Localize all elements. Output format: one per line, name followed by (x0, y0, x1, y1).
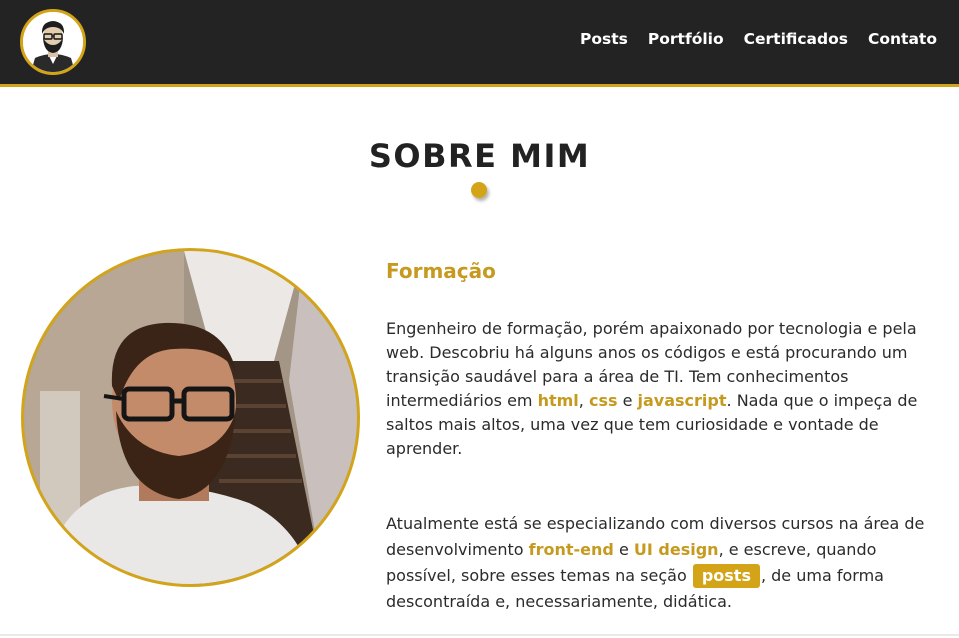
site-header: Posts Portfólio Certificados Contato (0, 0, 959, 87)
nav-link-certificados[interactable]: Certificados (744, 30, 848, 48)
text-segment: e (613, 540, 634, 559)
text-segment: e (617, 391, 638, 410)
about-paragraph-2: Atualmente está se especializando com di… (386, 511, 926, 615)
text-segment: , (578, 391, 589, 410)
title-decoration-dot (471, 182, 487, 198)
page-title: SOBRE MIM (368, 137, 591, 175)
logo-avatar[interactable] (20, 9, 86, 75)
posts-section-button[interactable]: posts (692, 564, 760, 588)
keyword-css: css (588, 391, 618, 410)
nav-link-portfolio[interactable]: Portfólio (648, 30, 724, 48)
nav-link-contato[interactable]: Contato (868, 30, 937, 48)
profile-photo-image (24, 251, 357, 584)
avatar-illustration-icon (23, 12, 83, 72)
keyword-ui-design: UI design (633, 540, 719, 559)
profile-photo (21, 248, 360, 587)
nav-link-posts[interactable]: Posts (580, 30, 628, 48)
keyword-javascript: javascript (637, 391, 727, 410)
bottom-divider (0, 634, 959, 636)
keyword-html: html (537, 391, 579, 410)
section-title-formacao: Formação (386, 259, 496, 283)
about-paragraph-1: Engenheiro de formação, porém apaixonado… (386, 317, 926, 461)
main-nav: Posts Portfólio Certificados Contato (580, 30, 937, 48)
keyword-front-end: front-end (528, 540, 614, 559)
